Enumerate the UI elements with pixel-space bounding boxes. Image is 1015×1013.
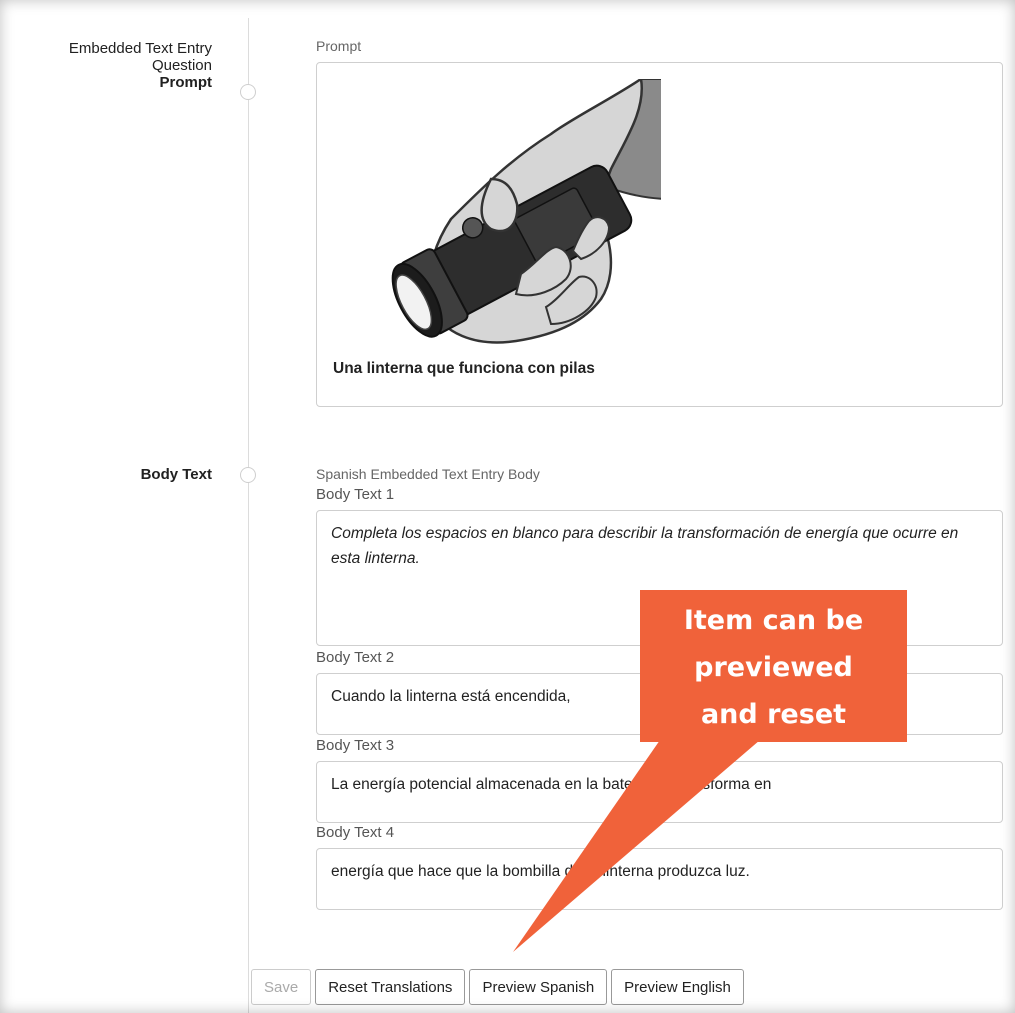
preview-english-button[interactable]: Preview English: [611, 969, 744, 1005]
body-text-1-label: Body Text 1: [316, 486, 395, 503]
body-text-4-label: Body Text 4: [316, 824, 395, 841]
body-text-3-field[interactable]: La energía potencial almacenada en la ba…: [316, 761, 1003, 823]
preview-spanish-button[interactable]: Preview Spanish: [469, 969, 608, 1005]
body-text-2-label: Body Text 2: [316, 649, 395, 666]
body-text-3-label: Body Text 3: [316, 737, 395, 754]
action-buttons: Save Reset Translations Preview Spanish …: [251, 969, 744, 1005]
timeline-node-body: [240, 467, 256, 483]
reset-translations-button[interactable]: Reset Translations: [315, 969, 466, 1005]
body-field-label: Spanish Embedded Text Entry Body: [316, 466, 540, 482]
prompt-field-label: Prompt: [316, 38, 362, 54]
callout-line-3: and reset: [700, 699, 847, 730]
prompt-section-label: Embedded Text Entry Question Prompt: [69, 40, 212, 91]
timeline-line: [248, 18, 249, 1013]
body-section-label: Body Text: [141, 466, 212, 483]
prompt-section-label-line1: Embedded Text Entry: [68, 40, 212, 57]
save-button[interactable]: Save: [251, 969, 312, 1005]
callout-line-1: Item can be: [683, 605, 864, 636]
prompt-section-title: Prompt: [159, 74, 213, 91]
body-text-4-field[interactable]: energía que hace que la bombilla de la l…: [316, 848, 1003, 910]
flashlight-illustration: [391, 79, 661, 344]
prompt-image-caption: Una linterna que funciona con pilas: [333, 360, 595, 377]
body-section-title: Body Text: [140, 466, 212, 483]
prompt-section-label-line2: Question: [151, 57, 212, 74]
callout-line-2: previewed: [694, 652, 853, 683]
timeline-node-prompt: [240, 84, 256, 100]
annotation-callout: Item can be previewed and reset: [640, 590, 907, 742]
prompt-content-box: Una linterna que funciona con pilas: [316, 62, 1003, 407]
